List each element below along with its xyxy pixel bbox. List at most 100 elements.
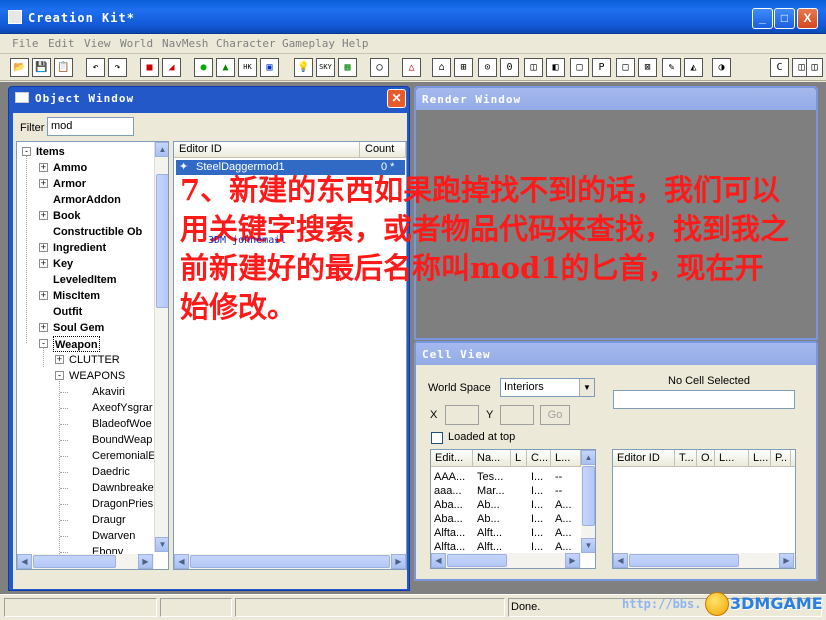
- tree-item[interactable]: AxeofYsgrar: [92, 400, 153, 416]
- tree-item[interactable]: BoundWeap: [92, 432, 152, 448]
- filter-input[interactable]: mod: [47, 117, 134, 136]
- object-icon-14[interactable]: ◫: [806, 58, 823, 77]
- list-hscroll-thumb[interactable]: [190, 555, 390, 568]
- cell-object-list-right[interactable]: Editor ID T... O. L... L... P.. I ◀ ▶: [612, 449, 796, 569]
- object-icon-3[interactable]: ⊙: [478, 58, 497, 77]
- preferences-icon[interactable]: 📋: [54, 58, 73, 77]
- column-header-l3[interactable]: L...: [715, 450, 749, 467]
- triangle-red-icon[interactable]: ◢: [162, 58, 181, 77]
- tree-item[interactable]: Ammo: [53, 160, 87, 176]
- navmesh-icon[interactable]: ▣: [260, 58, 279, 77]
- scroll-right-icon[interactable]: ▶: [391, 554, 406, 569]
- minimize-button[interactable]: _: [752, 8, 773, 29]
- column-header-name[interactable]: Na...: [473, 450, 511, 467]
- cell-view-titlebar[interactable]: Cell View: [416, 343, 816, 365]
- scroll-right-icon[interactable]: ▶: [138, 554, 153, 569]
- cell-list-horizontal-scrollbar[interactable]: ◀ ▶: [431, 553, 581, 568]
- tree-item[interactable]: Constructible Ob: [53, 224, 142, 240]
- scroll-left-icon[interactable]: ◀: [17, 554, 32, 569]
- tree-expander[interactable]: +: [39, 179, 48, 188]
- tree-item[interactable]: ArmorAddon: [53, 192, 121, 208]
- tree-item[interactable]: Daedric: [92, 464, 130, 480]
- menu-file[interactable]: File: [12, 37, 39, 50]
- speech-bubble-icon[interactable]: ◯: [370, 58, 389, 77]
- undo-icon[interactable]: ↶: [86, 58, 105, 77]
- tree-vertical-scrollbar[interactable]: ▲ ▼: [154, 142, 168, 552]
- object-icon-12[interactable]: ◑: [712, 58, 731, 77]
- loaded-at-top-checkbox[interactable]: [431, 432, 443, 444]
- tree-item[interactable]: Items: [36, 144, 65, 160]
- column-header-t[interactable]: T...: [675, 450, 697, 467]
- world-space-dropdown[interactable]: Interiors ▼: [500, 378, 595, 397]
- tree-item[interactable]: BladeofWoe: [92, 416, 152, 432]
- right-list-horizontal-scrollbar[interactable]: ◀ ▶: [613, 553, 795, 568]
- list-horizontal-scrollbar[interactable]: ◀ ▶: [174, 554, 406, 569]
- tree-item[interactable]: Soul Gem: [53, 320, 104, 336]
- landscape-icon[interactable]: ▲: [216, 58, 235, 77]
- save-icon[interactable]: 💾: [32, 58, 51, 77]
- app-title-bar[interactable]: Creation Kit* _ □ X: [0, 0, 826, 34]
- column-header-edit[interactable]: Edit...: [431, 450, 473, 467]
- scroll-up-icon[interactable]: ▲: [581, 450, 595, 465]
- tree-item[interactable]: DragonPries: [92, 496, 153, 512]
- column-header-count[interactable]: Count: [360, 142, 406, 158]
- animation-icon[interactable]: △: [402, 58, 421, 77]
- tree-horizontal-scrollbar[interactable]: ◀ ▶: [17, 554, 154, 569]
- cell-list-left[interactable]: Edit... Na... L C... L... AAA... Tes... I.…: [430, 449, 596, 569]
- column-header-c[interactable]: C...: [527, 450, 551, 467]
- go-button[interactable]: Go: [540, 405, 570, 425]
- object-icon-1[interactable]: ⌂: [432, 58, 451, 77]
- light-bulb-icon[interactable]: 💡: [294, 58, 313, 77]
- column-header-i[interactable]: I: [791, 450, 795, 467]
- tree-item[interactable]: WEAPONS: [69, 368, 125, 384]
- tree-item[interactable]: Book: [53, 208, 81, 224]
- scroll-down-icon[interactable]: ▼: [581, 538, 595, 553]
- object-icon-11[interactable]: ◭: [684, 58, 703, 77]
- chevron-down-icon[interactable]: ▼: [579, 379, 594, 396]
- open-icon[interactable]: 📂: [10, 58, 29, 77]
- object-icon-6[interactable]: ◧: [546, 58, 565, 77]
- menu-view[interactable]: View: [84, 37, 111, 50]
- column-header-editor-id-right[interactable]: Editor ID: [613, 450, 675, 467]
- tree-item[interactable]: CeremonialE: [92, 448, 156, 464]
- scroll-left-icon[interactable]: ◀: [431, 553, 446, 568]
- cell-list-scroll-thumb[interactable]: [582, 466, 595, 526]
- tree-item[interactable]: CLUTTER: [69, 352, 120, 368]
- menu-navmesh[interactable]: NavMesh: [162, 37, 208, 50]
- object-tree[interactable]: - Items + Ammo + Armor ArmorAddon + Book Construc…: [16, 141, 169, 570]
- object-window-close-button[interactable]: ✕: [387, 89, 406, 108]
- tree-expander[interactable]: +: [39, 243, 48, 252]
- tree-item[interactable]: Ingredient: [53, 240, 106, 256]
- y-coordinate-input[interactable]: [500, 405, 534, 425]
- tree-expander[interactable]: +: [39, 291, 48, 300]
- tree-item[interactable]: Akaviri: [92, 384, 125, 400]
- tree-expander[interactable]: -: [39, 339, 48, 348]
- scroll-right-icon[interactable]: ▶: [779, 553, 794, 568]
- object-icon-10[interactable]: ⊠: [638, 58, 657, 77]
- column-header-editor-id[interactable]: Editor ID: [174, 142, 360, 158]
- menu-help[interactable]: Help: [342, 37, 369, 50]
- tree-expander[interactable]: +: [55, 355, 64, 364]
- tree-item[interactable]: Dawnbreake: [92, 480, 154, 496]
- tree-item[interactable]: Outfit: [53, 304, 82, 320]
- sky-icon[interactable]: SKY: [316, 58, 335, 77]
- object-icon-9[interactable]: □: [616, 58, 635, 77]
- menu-world[interactable]: World: [120, 37, 153, 50]
- object-icon-4[interactable]: 0: [500, 58, 519, 77]
- column-header-p[interactable]: P..: [771, 450, 791, 467]
- tree-item[interactable]: Key: [53, 256, 73, 272]
- tree-expander[interactable]: +: [39, 163, 48, 172]
- object-icon-8[interactable]: P: [592, 58, 611, 77]
- tree-expander[interactable]: -: [22, 147, 31, 156]
- tree-item[interactable]: MiscItem: [53, 288, 100, 304]
- scroll-left-icon[interactable]: ◀: [613, 553, 628, 568]
- grass-icon[interactable]: ▦: [338, 58, 357, 77]
- cube-red-icon[interactable]: ■: [140, 58, 159, 77]
- havok-icon[interactable]: HK: [238, 58, 257, 77]
- tree-expander[interactable]: +: [39, 323, 48, 332]
- compile-icon[interactable]: C: [770, 58, 789, 77]
- cell-name-field[interactable]: [613, 390, 795, 409]
- column-header-l4[interactable]: L...: [749, 450, 771, 467]
- object-icon-2[interactable]: ⊞: [454, 58, 473, 77]
- scroll-right-icon[interactable]: ▶: [565, 553, 580, 568]
